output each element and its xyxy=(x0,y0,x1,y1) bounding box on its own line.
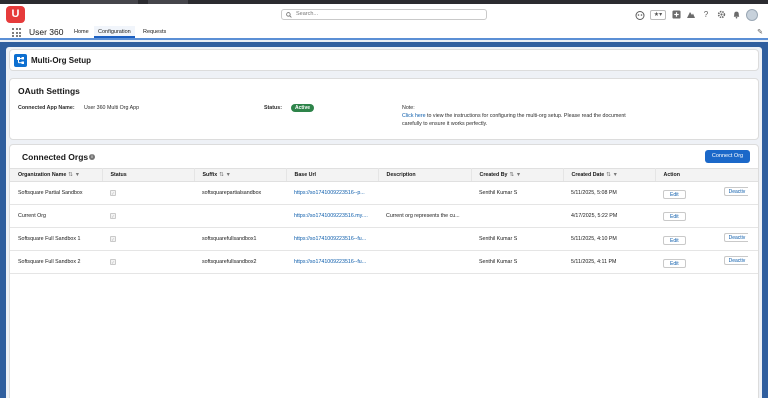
filter-icon: ▼ xyxy=(612,172,618,178)
org-description xyxy=(378,227,471,251)
org-name: Softsquare Full Sandbox 1 xyxy=(10,227,102,251)
created-date: 4/17/2025, 5:22 PM xyxy=(563,204,655,228)
header-icons: ★▾ ? xyxy=(635,8,758,21)
org-description xyxy=(378,250,471,274)
tab-home[interactable]: Home xyxy=(70,26,93,38)
global-header: U Search... ★▾ ? xyxy=(0,4,768,25)
connected-app-name-label: Connected App Name: xyxy=(18,105,75,111)
status-checkbox: ✓ xyxy=(110,235,116,242)
help-icon[interactable]: ? xyxy=(701,10,711,20)
trailhead-icon[interactable] xyxy=(686,10,696,20)
column-base-url: Base Url xyxy=(286,168,379,182)
add-icon[interactable] xyxy=(671,10,681,20)
oauth-settings-card: OAuth Settings Connected App Name: User … xyxy=(9,78,759,140)
base-url-link[interactable]: https://so1741009223516--fu... xyxy=(286,250,378,274)
deactivate-button[interactable]: Deactiv xyxy=(723,187,748,196)
favorites-icon[interactable]: ★▾ xyxy=(650,9,666,20)
edit-button[interactable]: Edit xyxy=(663,211,686,221)
search-placeholder: Search... xyxy=(296,11,319,17)
edit-nav-icon[interactable]: ✎ xyxy=(757,28,763,36)
tab-requests[interactable]: Requests xyxy=(139,26,170,38)
column-organization-name[interactable]: Organization Name ⇅ ▼ xyxy=(10,168,103,182)
org-name: Softsquare Partial Sandbox xyxy=(10,181,102,205)
created-date: 5/11/2025, 4:10 PM xyxy=(563,227,655,251)
base-url-link[interactable]: https://so1741009223516--fu... xyxy=(286,227,378,251)
sort-icon: ⇅ xyxy=(219,172,224,178)
avatar[interactable] xyxy=(746,8,758,21)
table-row: Softsquare Full Sandbox 2 ✓ softsquarefu… xyxy=(10,250,758,274)
search-icon xyxy=(286,12,292,18)
connected-orgs-table: Organization Name ⇅ ▼ Status Suffix ⇅ ▼ Base… xyxy=(10,168,758,274)
org-suffix: softsquarepartialsandbox xyxy=(194,181,286,205)
column-created-by[interactable]: Created By ⇅ ▼ xyxy=(471,168,564,182)
app-launcher-icon[interactable] xyxy=(12,28,21,37)
org-name: Current Org xyxy=(10,204,102,228)
column-suffix[interactable]: Suffix ⇅ ▼ xyxy=(194,168,287,182)
sort-icon: ⇅ xyxy=(606,172,611,178)
tab-configuration[interactable]: Configuration xyxy=(94,26,135,38)
created-date: 5/11/2025, 4:11 PM xyxy=(563,250,655,274)
instructions-link[interactable]: Click here xyxy=(402,113,426,119)
oauth-note: Note: Click here to view the instruction… xyxy=(402,104,632,128)
info-icon[interactable]: i xyxy=(89,154,95,160)
page-title: Multi-Org Setup xyxy=(31,56,91,65)
filter-icon: ▼ xyxy=(515,172,522,178)
multi-org-icon xyxy=(14,54,27,67)
created-by: Senthil Kumar S xyxy=(471,181,563,205)
deactivate-button[interactable]: Deactiv xyxy=(723,233,748,242)
notifications-icon[interactable] xyxy=(731,10,741,20)
page-header: Multi-Org Setup xyxy=(9,49,759,71)
app-nav-bar: User 360 Home Configuration Requests ✎ xyxy=(0,25,768,40)
base-url-link[interactable]: https://so1741009223516.my.... xyxy=(286,204,378,228)
deactivate-button[interactable]: Deactiv xyxy=(723,256,748,265)
filter-icon: ▼ xyxy=(225,172,231,178)
status-badge: Active xyxy=(291,104,315,112)
column-status: Status xyxy=(102,168,195,182)
search-input[interactable]: Search... xyxy=(281,9,487,20)
column-created-date[interactable]: Created Date ⇅ ▼ xyxy=(563,168,656,182)
created-by: Senthil Kumar S xyxy=(471,250,563,274)
org-description: Current org represents the cu... xyxy=(378,204,471,228)
sort-icon: ⇅ xyxy=(68,172,73,178)
table-header-row: Organization Name ⇅ ▼ Status Suffix ⇅ ▼ Base… xyxy=(10,168,758,182)
connected-orgs-card: Connected Orgs i Connect Org Organizatio… xyxy=(9,144,759,398)
status-checkbox: ✓ xyxy=(110,189,116,196)
table-row: Current Org ✓ https://so1741009223516.my… xyxy=(10,204,758,228)
connect-org-button[interactable]: Connect Org xyxy=(705,150,750,163)
created-by: Senthil Kumar S xyxy=(471,227,563,251)
table-row: Softsquare Full Sandbox 1 ✓ softsquarefu… xyxy=(10,227,758,251)
sort-icon: ⇅ xyxy=(509,172,514,178)
org-suffix: softsquarefullsandbox1 xyxy=(194,227,286,251)
connected-app-name-value: User 360 Multi Org App xyxy=(84,105,140,111)
org-suffix: softsquarefullsandbox2 xyxy=(194,250,286,274)
column-description: Description xyxy=(378,168,472,182)
edit-button[interactable]: Edit xyxy=(663,259,686,268)
org-description xyxy=(378,181,471,205)
filter-icon: ▼ xyxy=(74,172,80,178)
edit-button[interactable]: Edit xyxy=(663,190,686,199)
created-by xyxy=(471,204,563,228)
setup-helper-icon[interactable] xyxy=(635,10,645,20)
app-logo[interactable]: U xyxy=(6,6,25,23)
edit-button[interactable]: Edit xyxy=(663,236,686,245)
table-row: Softsquare Partial Sandbox ✓ softsquarep… xyxy=(10,181,758,205)
app-name: User 360 xyxy=(29,27,64,37)
org-name: Softsquare Full Sandbox 2 xyxy=(10,250,102,274)
created-date: 5/11/2025, 5:08 PM xyxy=(563,181,655,205)
connected-orgs-title: Connected Orgs xyxy=(22,152,89,162)
settings-icon[interactable] xyxy=(716,10,726,20)
column-action: Action xyxy=(655,168,758,182)
status-label: Status: xyxy=(264,105,282,111)
base-url-link[interactable]: https://so1741009223516--p... xyxy=(286,181,378,205)
status-checkbox: ✓ xyxy=(110,212,116,219)
note-text: to view the instructions for configuring… xyxy=(402,113,626,127)
oauth-settings-title: OAuth Settings xyxy=(18,86,80,96)
status-checkbox: ✓ xyxy=(110,258,116,265)
org-suffix xyxy=(194,204,286,228)
note-label: Note: xyxy=(402,105,415,111)
